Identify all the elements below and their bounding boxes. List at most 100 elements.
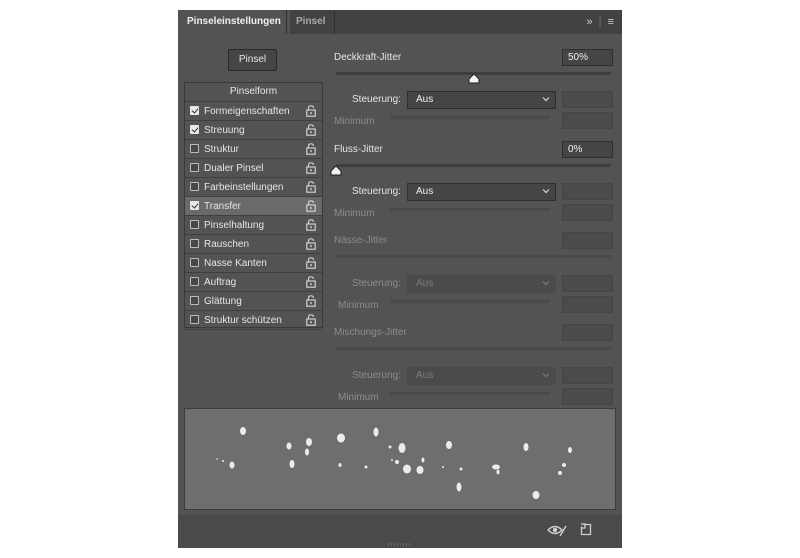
brush-tip-shape-header[interactable]: Pinselform	[185, 83, 322, 102]
wetness-control-extra-field	[562, 275, 613, 292]
lock-icon[interactable]	[306, 181, 316, 193]
flow-minimum-label: Minimum	[334, 208, 375, 219]
wetness-jitter-field	[562, 232, 613, 249]
checkbox[interactable]	[190, 296, 199, 305]
lock-icon[interactable]	[306, 162, 316, 174]
opacity-minimum-field	[562, 112, 613, 129]
sidebar-item-9[interactable]: Auftrag	[185, 273, 322, 292]
menu-icon[interactable]: ≡	[608, 16, 614, 28]
checkbox[interactable]	[190, 201, 199, 210]
resize-grip[interactable]	[388, 543, 412, 546]
mix-minimum-label: Minimum	[338, 392, 379, 403]
sidebar-item-6[interactable]: Pinselhaltung	[185, 216, 322, 235]
sidebar-item-3[interactable]: Dualer Pinsel	[185, 159, 322, 178]
checkbox[interactable]	[190, 220, 199, 229]
flow-jitter-label: Fluss-Jitter	[334, 144, 383, 155]
lock-icon[interactable]	[306, 276, 316, 288]
sidebar-item-10[interactable]: Glättung	[185, 292, 322, 311]
sidebar-item-1[interactable]: Streuung	[185, 121, 322, 140]
lock-icon[interactable]	[306, 124, 316, 136]
opacity-jitter-field[interactable]: 50%	[562, 49, 613, 66]
opacity-jitter-label: Deckkraft-Jitter	[334, 52, 402, 63]
wetness-control-select: Aus	[407, 275, 556, 293]
mix-control-label: Steuerung:	[352, 370, 401, 381]
tab-brush-settings[interactable]: Pinseleinstellungen	[178, 10, 290, 34]
flow-control-value: Aus	[416, 186, 434, 197]
flow-jitter-field[interactable]: 0%	[562, 141, 613, 158]
flow-minimum-field	[562, 204, 613, 221]
sidebar-item-label: Dualer Pinsel	[204, 163, 264, 174]
sidebar-item-label: Struktur schützen	[204, 315, 282, 326]
checkbox[interactable]	[190, 144, 199, 153]
mix-control-select: Aus	[407, 367, 556, 385]
sidebar-item-0[interactable]: Formeigenschaften	[185, 102, 322, 121]
eye-toggle-icon[interactable]	[547, 523, 567, 537]
new-preset-icon[interactable]	[580, 523, 592, 536]
checkbox[interactable]	[190, 315, 199, 324]
opacity-minimum-slider	[390, 116, 550, 119]
wetness-control-value: Aus	[416, 278, 434, 289]
opacity-jitter-slider-thumb[interactable]	[468, 74, 480, 84]
sidebar-item-11[interactable]: Struktur schützen	[185, 311, 322, 330]
flow-jitter-slider[interactable]	[336, 164, 611, 167]
lock-icon[interactable]	[306, 219, 316, 231]
sidebar-item-label: Farbeinstellungen	[204, 182, 284, 193]
opacity-minimum-label: Minimum	[334, 116, 375, 127]
wetness-minimum-label: Minimum	[338, 300, 379, 311]
sidebar-item-label: Glättung	[204, 296, 242, 307]
mix-jitter-label: Mischungs-Jitter	[334, 327, 407, 338]
sidebar-item-8[interactable]: Nasse Kanten	[185, 254, 322, 273]
lock-icon[interactable]	[306, 143, 316, 155]
sidebar-item-label: Struktur	[204, 144, 240, 155]
opacity-control-label: Steuerung:	[352, 94, 401, 105]
brush-tip-list: Pinselform Formeigenschaften Streuung Stru…	[184, 82, 323, 330]
sidebar-item-2[interactable]: Struktur	[185, 140, 322, 159]
wetness-jitter-label: Nässe-Jitter	[334, 235, 388, 246]
divider: |	[598, 16, 602, 28]
checkbox[interactable]	[190, 182, 199, 191]
sidebar-item-7[interactable]: Rauschen	[185, 235, 322, 254]
wetness-control-label: Steuerung:	[352, 278, 401, 289]
flow-control-extra-field	[562, 183, 613, 200]
sidebar-item-label: Transfer	[204, 201, 241, 212]
wetness-minimum-field	[562, 296, 613, 313]
opacity-control-select[interactable]: Aus	[407, 91, 556, 109]
tab-brush[interactable]: Pinsel	[287, 10, 334, 34]
tab-separator	[334, 10, 335, 34]
chevron-down-icon	[542, 189, 550, 194]
lock-icon[interactable]	[306, 238, 316, 250]
sidebar-item-label: Pinselhaltung	[204, 220, 265, 231]
opacity-control-value: Aus	[416, 94, 434, 105]
checkbox[interactable]	[190, 106, 199, 115]
sidebar-item-4[interactable]: Farbeinstellungen	[185, 178, 322, 197]
brush-presets-button[interactable]: Pinsel	[228, 49, 277, 71]
lock-icon[interactable]	[306, 257, 316, 269]
sidebar-item-5[interactable]: Transfer	[185, 197, 322, 216]
flow-control-select[interactable]: Aus	[407, 183, 556, 201]
flow-minimum-slider	[390, 208, 550, 211]
lock-icon[interactable]	[306, 295, 316, 307]
checkbox[interactable]	[190, 277, 199, 286]
mix-jitter-slider	[336, 347, 611, 350]
chevron-down-icon	[542, 281, 550, 286]
flow-control-label: Steuerung:	[352, 186, 401, 197]
mix-jitter-field	[562, 324, 613, 341]
checkbox[interactable]	[190, 258, 199, 267]
mix-control-extra-field	[562, 367, 613, 384]
chevron-down-icon	[542, 373, 550, 378]
checkbox[interactable]	[190, 163, 199, 172]
checkbox[interactable]	[190, 125, 199, 134]
expand-icon[interactable]: »	[586, 16, 592, 28]
checkbox[interactable]	[190, 239, 199, 248]
mix-minimum-field	[562, 388, 613, 405]
sidebar-item-label: Formeigenschaften	[204, 106, 290, 117]
sidebar-item-label: Auftrag	[204, 277, 237, 288]
lock-icon[interactable]	[306, 200, 316, 212]
chevron-down-icon	[542, 97, 550, 102]
tab-bar: Pinseleinstellungen Pinsel » | ≡	[178, 10, 622, 34]
lock-icon[interactable]	[306, 105, 316, 117]
flow-jitter-slider-thumb[interactable]	[330, 166, 342, 176]
lock-icon[interactable]	[306, 314, 316, 326]
mix-control-value: Aus	[416, 370, 434, 381]
sidebar-item-label: Streuung	[204, 125, 245, 136]
